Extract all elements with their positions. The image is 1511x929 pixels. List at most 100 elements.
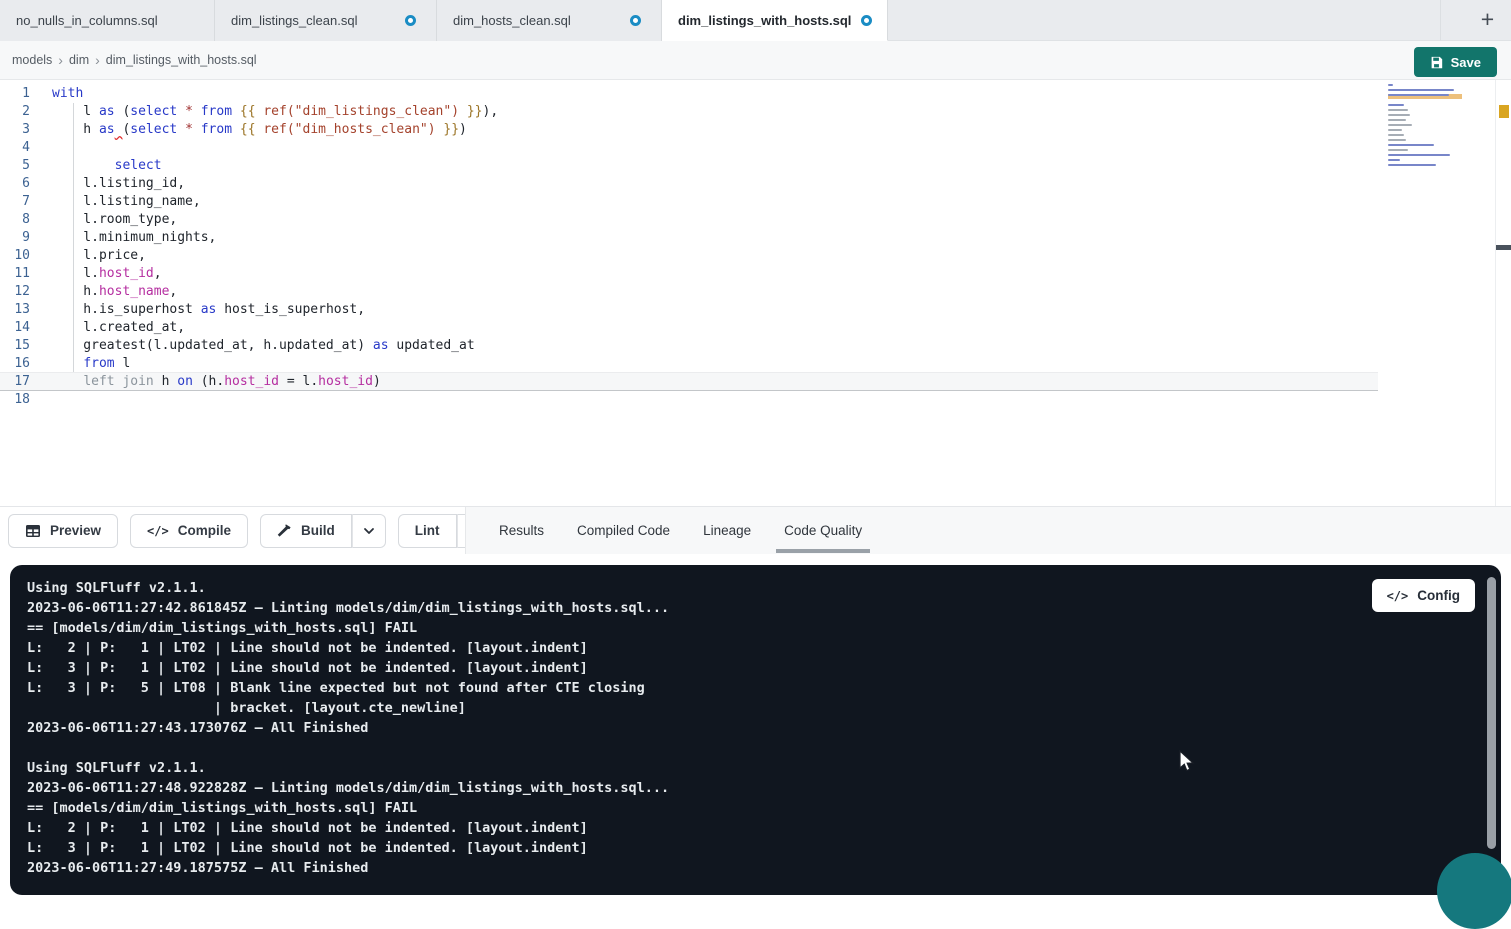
line-number: 2	[0, 103, 30, 121]
terminal-line: Using SQLFluff v2.1.1.	[27, 758, 1501, 778]
build-split-button: Build	[260, 514, 386, 548]
line-number: 14	[0, 319, 30, 337]
ruler-position-marker	[1496, 245, 1511, 250]
terminal-line: == [models/dim/dim_listings_with_hosts.s…	[27, 798, 1501, 818]
breadcrumb-bar: models › dim › dim_listings_with_hosts.s…	[0, 41, 1511, 80]
line-number: 18	[0, 391, 30, 409]
editor-minimap[interactable]	[1388, 84, 1462, 196]
terminal-line: L: 2 | P: 1 | LT02 | Line should not be …	[27, 818, 1501, 838]
result-tab-code-quality[interactable]: Code Quality	[784, 523, 862, 538]
code-editor[interactable]: 1with2 l as (select * from {{ ref("dim_l…	[0, 80, 1511, 506]
tab-bar-spacer	[888, 0, 1511, 40]
action-buttons: Preview </> Compile Build Lint	[0, 514, 491, 548]
code-text: left join h on (h.host_id = l.host_id)	[52, 373, 381, 391]
code-icon: </>	[147, 524, 169, 538]
line-number: 7	[0, 193, 30, 211]
preview-button-label: Preview	[50, 523, 101, 538]
line-number: 12	[0, 283, 30, 301]
code-text: l.price,	[52, 247, 146, 265]
breadcrumb-dim[interactable]: dim	[69, 53, 89, 67]
code-text: h.is_superhost as host_is_superhost,	[52, 301, 365, 319]
code-line[interactable]: 2 l as (select * from {{ ref("dim_listin…	[0, 103, 1511, 121]
code-line[interactable]: 11 l.host_id,	[0, 265, 1511, 283]
file-tab[interactable]: dim_listings_with_hosts.sql	[662, 0, 888, 41]
terminal-line: Using SQLFluff v2.1.1.	[27, 578, 1501, 598]
code-text: greatest(l.updated_at, h.updated_at) as …	[52, 337, 475, 355]
code-line[interactable]: 13 h.is_superhost as host_is_superhost,	[0, 301, 1511, 319]
unsaved-changes-dot-icon	[861, 15, 872, 26]
terminal-line: L: 3 | P: 1 | LT02 | Line should not be …	[27, 838, 1501, 858]
build-button[interactable]: Build	[260, 514, 352, 548]
line-number: 11	[0, 265, 30, 283]
file-tab[interactable]: dim_hosts_clean.sql	[437, 0, 662, 41]
terminal-line: == [models/dim/dim_listings_with_hosts.s…	[27, 618, 1501, 638]
code-line[interactable]: 7 l.listing_name,	[0, 193, 1511, 211]
build-dropdown-button[interactable]	[352, 514, 386, 548]
code-line[interactable]: 9 l.minimum_nights,	[0, 229, 1511, 247]
terminal-panel[interactable]: Using SQLFluff v2.1.1.2023-06-06T11:27:4…	[10, 565, 1501, 895]
code-line[interactable]: 18	[0, 391, 1511, 409]
result-tab-lineage[interactable]: Lineage	[703, 523, 751, 538]
result-tab-compiled-code[interactable]: Compiled Code	[577, 523, 670, 538]
line-number: 3	[0, 121, 30, 139]
lint-button[interactable]: Lint	[398, 514, 457, 548]
terminal-line: L: 3 | P: 1 | LT02 | Line should not be …	[27, 658, 1501, 678]
code-line[interactable]: 5 select	[0, 157, 1511, 175]
terminal-line: 2023-06-06T11:27:48.922828Z – Linting mo…	[27, 778, 1501, 798]
unsaved-changes-dot-icon	[405, 15, 416, 26]
breadcrumb-models[interactable]: models	[12, 53, 52, 67]
code-line[interactable]: 4	[0, 139, 1511, 157]
line-number: 10	[0, 247, 30, 265]
chevron-right-icon: ›	[58, 52, 63, 68]
config-button[interactable]: </> Config	[1372, 579, 1475, 612]
code-line[interactable]: 10 l.price,	[0, 247, 1511, 265]
terminal-line	[27, 738, 1501, 758]
editor-toolbar: Preview </> Compile Build Lint	[0, 506, 1511, 554]
table-grid-icon	[25, 523, 41, 539]
line-number: 13	[0, 301, 30, 319]
code-line[interactable]: 1with	[0, 85, 1511, 103]
code-text: h.host_name,	[52, 283, 177, 301]
build-button-label: Build	[301, 523, 335, 538]
code-line[interactable]: 17 left join h on (h.host_id = l.host_id…	[0, 373, 1511, 391]
code-line[interactable]: 14 l.created_at,	[0, 319, 1511, 337]
code-line[interactable]: 15 greatest(l.updated_at, h.updated_at) …	[0, 337, 1511, 355]
code-text: l.minimum_nights,	[52, 229, 216, 247]
file-tab-label: dim_hosts_clean.sql	[453, 13, 571, 28]
result-tab-results[interactable]: Results	[499, 523, 544, 538]
save-button[interactable]: Save	[1414, 47, 1497, 77]
code-line[interactable]: 8 l.room_type,	[0, 211, 1511, 229]
code-line[interactable]: 16 from l	[0, 355, 1511, 373]
preview-button[interactable]: Preview	[8, 514, 118, 548]
line-number: 4	[0, 139, 30, 157]
code-text: l.host_id,	[52, 265, 162, 283]
lint-button-label: Lint	[415, 523, 440, 538]
file-tab[interactable]: no_nulls_in_columns.sql	[0, 0, 215, 41]
code-line[interactable]: 12 h.host_name,	[0, 283, 1511, 301]
terminal-line: | bracket. [layout.cte_newline]	[27, 698, 1501, 718]
code-text: select	[52, 157, 162, 175]
terminal-line: 2023-06-06T11:27:43.173076Z – All Finish…	[27, 718, 1501, 738]
minimap-bars	[1388, 84, 1462, 171]
code-text: l.listing_name,	[52, 193, 201, 211]
terminal-output: Using SQLFluff v2.1.1.2023-06-06T11:27:4…	[27, 578, 1501, 878]
new-tab-button[interactable]: +	[1474, 7, 1501, 34]
line-number: 16	[0, 355, 30, 373]
code-text: l.created_at,	[52, 319, 185, 337]
overview-ruler	[1495, 80, 1496, 506]
line-number: 8	[0, 211, 30, 229]
file-tab[interactable]: dim_listings_clean.sql	[215, 0, 437, 41]
save-floppy-icon	[1430, 56, 1443, 69]
breadcrumb-file[interactable]: dim_listings_with_hosts.sql	[106, 53, 257, 67]
terminal-scrollbar[interactable]	[1487, 577, 1496, 849]
line-number: 17	[0, 373, 30, 391]
line-number: 5	[0, 157, 30, 175]
code-line[interactable]: 6 l.listing_id,	[0, 175, 1511, 193]
unsaved-changes-dot-icon	[630, 15, 641, 26]
terminal-line: 2023-06-06T11:27:49.187575Z – All Finish…	[27, 858, 1501, 878]
help-chat-bubble[interactable]	[1437, 853, 1511, 929]
code-line[interactable]: 3 h as (select * from {{ ref("dim_hosts_…	[0, 121, 1511, 139]
code-text: with	[52, 85, 83, 103]
hammer-icon	[277, 523, 292, 538]
compile-button[interactable]: </> Compile	[130, 514, 248, 548]
